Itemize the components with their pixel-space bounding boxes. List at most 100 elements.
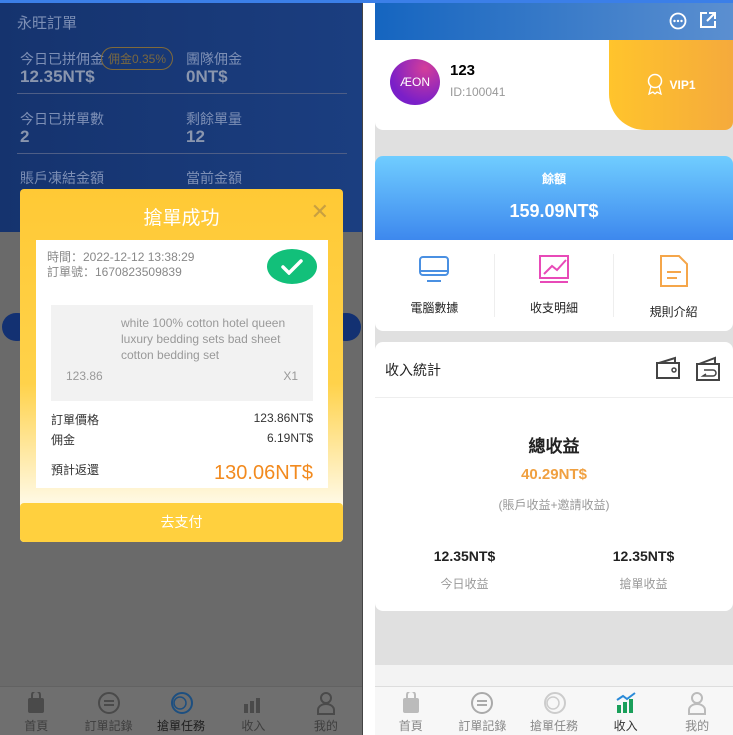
nav-label: 首頁 [24, 719, 49, 733]
left-screen: 永旺訂單 今日已拼佣金 佣金0.35% 12.35NT$ 團隊佣金 0NT$ 今… [0, 3, 363, 735]
order-card: 時間：2022-12-12 13:38:29 訂單號：1670823509839 … [36, 240, 328, 488]
chart-icon [614, 691, 638, 715]
divider [375, 397, 733, 398]
income-title: 收入統計 [385, 362, 441, 378]
exchange-icon [470, 691, 494, 715]
nav-profile[interactable]: 我的 [290, 687, 362, 735]
balance-value: 159.09NT$ [509, 201, 599, 221]
stat-value: 12.35NT$ [20, 67, 95, 86]
today-income-value: 12.35NT$ [433, 548, 496, 564]
vip-level: VIP1 [669, 78, 696, 92]
profile-card: ÆON 123 ID:100041 VIP1 [375, 40, 733, 130]
order-number: 訂單號：1670823509839 [47, 265, 182, 279]
bag-icon [24, 691, 48, 715]
product-name: white 100% cotton hotel queen luxury bed… [121, 316, 286, 362]
divider [17, 93, 347, 94]
menu-label: 收支明細 [530, 301, 579, 315]
wallet-transfer-icon[interactable] [695, 356, 721, 387]
stat-label: 今日已拼佣金 [20, 51, 104, 67]
commission-row: 佣金 6.19NT$ [51, 431, 313, 448]
value: 123.86NT$ [253, 411, 313, 425]
external-link-icon[interactable] [699, 11, 717, 34]
nav-label: 搶單任務 [529, 719, 578, 733]
document-icon [658, 254, 690, 293]
stat-label: 團隊佣金 [186, 51, 242, 67]
app-header [375, 3, 733, 40]
avatar: ÆON [390, 59, 440, 105]
right-screen: ÆON 123 ID:100041 VIP1 餘額 159.09NT$ 電腦數據… [375, 3, 733, 735]
nav-home[interactable]: 首頁 [0, 687, 72, 735]
balance-label: 餘額 [541, 172, 566, 186]
nav-label: 我的 [685, 719, 710, 733]
exchange-icon [97, 691, 121, 715]
menu-computer-data[interactable]: 電腦數據 [375, 254, 495, 317]
grab-success-modal: 搶單成功 ✕ 時間：2022-12-12 13:38:29 訂單號：1670823… [20, 189, 343, 542]
user-icon [685, 691, 709, 715]
monitor-icon [418, 254, 450, 289]
stat-label: 賬戶凍結金額 [20, 170, 104, 186]
grab-income-label: 搶單收益 [619, 577, 668, 591]
bottom-nav: 首頁 訂單記錄 搶單任務 收入 我的 [375, 686, 733, 735]
income-note: (賬戶收益+邀請收益) [498, 498, 610, 512]
product-quantity: X1 [283, 369, 298, 383]
divider [17, 153, 347, 154]
bag-icon [399, 691, 423, 715]
label: 訂單價格 [51, 413, 100, 427]
user-icon [314, 691, 338, 715]
nav-label: 搶單任務 [157, 719, 206, 733]
username: 123 [450, 62, 476, 79]
coin-icon [169, 691, 194, 715]
nav-label: 訂單記錄 [84, 719, 133, 733]
stat-label: 今日已拼單數 [20, 111, 104, 127]
spacer [375, 665, 733, 686]
nav-grab[interactable]: 搶單任務 [145, 687, 217, 735]
nav-home[interactable]: 首頁 [375, 687, 447, 735]
pay-button[interactable]: 去支付 [20, 503, 343, 542]
product-box: white 100% cotton hotel queen luxury bed… [51, 305, 313, 401]
menu-income-detail[interactable]: 收支明細 [495, 254, 615, 317]
close-icon[interactable]: ✕ [311, 199, 329, 225]
nav-income[interactable]: 收入 [590, 687, 662, 735]
label: 預計返還 [51, 463, 100, 477]
medal-icon [646, 73, 664, 98]
check-icon [267, 249, 317, 284]
stat-value: 0NT$ [186, 67, 228, 86]
chart-icon [241, 691, 265, 715]
nav-orders[interactable]: 訂單記錄 [447, 687, 519, 735]
value: 6.19NT$ [266, 431, 313, 445]
nav-income[interactable]: 收入 [217, 687, 289, 735]
expected-return: 130.06NT$ [214, 462, 313, 484]
trend-icon [538, 254, 570, 289]
total-income-value: 40.29NT$ [521, 466, 587, 483]
quick-menu: 電腦數據 收支明細 規則介紹 [375, 240, 733, 331]
menu-rules[interactable]: 規則介紹 [614, 254, 733, 319]
balance-card: 餘額 159.09NT$ [375, 156, 733, 240]
modal-title: 搶單成功 [143, 208, 220, 229]
user-id: ID:100041 [450, 85, 506, 99]
stat-label: 當前金額 [186, 170, 242, 186]
today-income-label: 今日收益 [440, 577, 489, 591]
chat-icon[interactable] [669, 12, 687, 35]
stat-value: 2 [20, 127, 30, 146]
bottom-nav: 首頁 訂單記錄 搶單任務 收入 我的 [0, 686, 362, 735]
product-price: 123.86 [66, 369, 103, 383]
commission-rate-badge: 佣金0.35% [101, 47, 174, 70]
nav-label: 訂單記錄 [458, 719, 507, 733]
total-income-label: 總收益 [528, 437, 580, 456]
stat-value: 12 [186, 127, 205, 146]
header-title: 永旺訂單 [17, 15, 78, 32]
nav-label: 收入 [613, 719, 638, 733]
nav-label: 首頁 [398, 719, 423, 733]
vip-badge[interactable]: VIP1 [609, 40, 733, 130]
menu-label: 電腦數據 [410, 301, 459, 315]
wallet-icon[interactable] [655, 356, 681, 387]
nav-profile[interactable]: 我的 [661, 687, 733, 735]
income-stats-card: 收入統計 總收益 40.29NT$ (賬戶收益+邀請收益) 12.35NT$ 今… [375, 342, 733, 611]
grab-income-value: 12.35NT$ [612, 548, 675, 564]
label: 佣金 [51, 433, 76, 447]
stat-label: 剩餘單量 [186, 111, 242, 127]
menu-label: 規則介紹 [649, 305, 698, 319]
nav-grab[interactable]: 搶單任務 [518, 687, 590, 735]
nav-label: 我的 [313, 719, 338, 733]
nav-orders[interactable]: 訂單記錄 [72, 687, 144, 735]
